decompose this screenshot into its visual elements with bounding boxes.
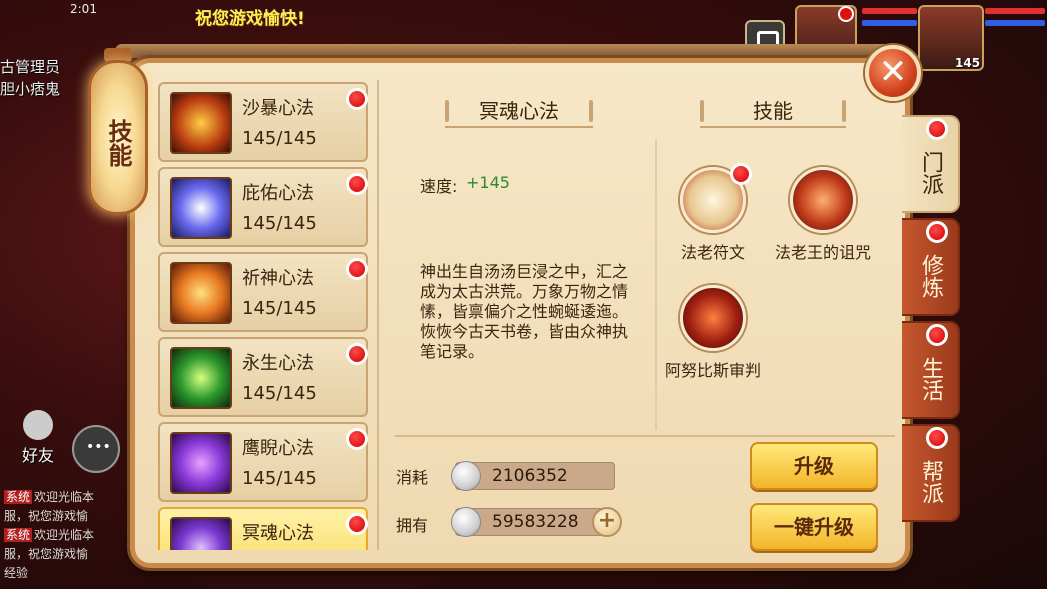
eagle-icon [170, 432, 232, 494]
skill-name: 庇佑心法 [242, 183, 314, 204]
player-mp-bar [985, 20, 1045, 26]
chat-line: 服，祝您游戏愉 [4, 507, 129, 526]
soul-icon [170, 517, 232, 550]
skill-name: 沙暴心法 [242, 98, 314, 119]
divider [377, 80, 379, 550]
chat-line: 系统 欢迎光临本 [4, 488, 129, 507]
close-icon[interactable]: ✕ [865, 45, 921, 101]
skill-item[interactable]: 鹰睨心法 145/145 [158, 422, 368, 502]
chat-text: 服，祝您游戏愉 [4, 509, 89, 523]
notification-dot [838, 6, 854, 22]
panel-title: 技能 [104, 119, 132, 167]
sub-skill-label: 阿努比斯审判 [664, 361, 761, 380]
notification-dot [730, 163, 752, 185]
skill-level: 145/145 [242, 213, 317, 234]
skill-name: 祈神心法 [242, 268, 314, 289]
pray-icon [170, 262, 232, 324]
notification-dot [346, 258, 368, 280]
notification-dot [346, 343, 368, 365]
skills-section-title: 技能 [700, 96, 846, 128]
welcome-banner: 祝您游戏愉快! [195, 9, 305, 29]
blessing-icon [170, 177, 232, 239]
skill-item[interactable]: 沙暴心法 145/145 [158, 82, 368, 162]
player-label: 胆小痞鬼 [0, 80, 61, 98]
notification-dot [926, 118, 948, 140]
skill-item[interactable]: 庇佑心法 145/145 [158, 167, 368, 247]
consume-label: 消耗 [396, 468, 429, 487]
notification-dot [346, 88, 368, 110]
tab-label: 帮派 [918, 460, 943, 504]
sandstorm-icon [170, 92, 232, 154]
skill-item[interactable]: 祈神心法 145/145 [158, 252, 368, 332]
tab-label: 修炼 [918, 254, 943, 298]
chat-line: 经验 [4, 564, 129, 583]
chat-text: 欢迎光临本 [34, 490, 95, 504]
skill-item[interactable]: 永生心法 145/145 [158, 337, 368, 417]
friends-button[interactable]: 好友 [10, 410, 66, 466]
chat-text: 欢迎光临本 [34, 528, 95, 542]
pet-mp-bar [862, 20, 917, 26]
add-money-button[interactable]: + [592, 507, 622, 537]
skill-name: 冥魂心法 [242, 523, 314, 544]
upgrade-button[interactable]: 升级 [750, 442, 878, 490]
skill-name: 鹰睨心法 [242, 438, 314, 459]
friends-icon [23, 410, 53, 440]
skill-level: 145/145 [242, 468, 317, 489]
friends-label: 好友 [21, 446, 54, 465]
silver-coin-icon [451, 507, 481, 537]
skill-description: 神出生自汤汤巨浸之中，汇之成为太古洪荒。万象万物之情愫，皆禀偏介之性蜿蜒逶迤。恢… [420, 262, 629, 361]
pharaoh-curse-icon [790, 167, 856, 233]
notification-dot [926, 324, 948, 346]
notification-dot [926, 221, 948, 243]
sub-skill[interactable]: 法老王的诅咒 [758, 167, 888, 263]
panel-rod [115, 44, 905, 58]
chat-tag: 系统 [4, 528, 33, 542]
divider [395, 435, 895, 437]
player-hp-bar [985, 8, 1045, 14]
skill-level: 145/145 [242, 383, 317, 404]
detail-title: 冥魂心法 [445, 96, 593, 128]
chat-tag: 系统 [4, 490, 33, 504]
anubis-judgment-icon [680, 285, 746, 351]
sub-skill-label: 法老王的诅咒 [774, 243, 871, 262]
notification-dot [346, 513, 368, 535]
player-label: 古管理员 [0, 58, 61, 76]
clock-time: 2:01 [70, 2, 97, 16]
skill-list[interactable]: 沙暴心法 145/145 庇佑心法 145/145 祈神心法 145/145 永… [155, 80, 375, 550]
chat-text: 服，祝您游戏愉 [4, 547, 89, 561]
skill-level: 145/145 [242, 128, 317, 149]
upgrade-all-button[interactable]: 一键升级 [750, 503, 878, 551]
sub-skill[interactable]: 阿努比斯审判 [648, 285, 778, 381]
chat-text: 经验 [4, 566, 29, 580]
pet-hp-bar [862, 8, 917, 14]
chat-line: 服，祝您游戏愉 [4, 545, 129, 564]
skill-name: 永生心法 [242, 353, 314, 374]
player-level: 145 [955, 56, 981, 70]
tab-label: 生活 [918, 357, 943, 401]
tab-label: 门派 [918, 151, 943, 195]
speed-label: 速度: [420, 177, 458, 196]
eternal-icon [170, 347, 232, 409]
chat-bubble-icon[interactable] [72, 425, 120, 473]
skill-level: 145/145 [242, 298, 317, 319]
lantern-title: 技能 [88, 60, 148, 215]
chat-log: 系统 欢迎光临本 服，祝您游戏愉 系统 欢迎光临本 服，祝您游戏愉 经验 [4, 488, 129, 583]
chat-line: 系统 欢迎光临本 [4, 526, 129, 545]
notification-dot [346, 428, 368, 450]
notification-dot [346, 173, 368, 195]
silver-coin-icon [451, 461, 481, 491]
notification-dot [926, 427, 948, 449]
own-label: 拥有 [396, 516, 429, 535]
skill-item-selected[interactable]: 冥魂心法 [158, 507, 368, 550]
speed-value: +145 [466, 173, 510, 192]
